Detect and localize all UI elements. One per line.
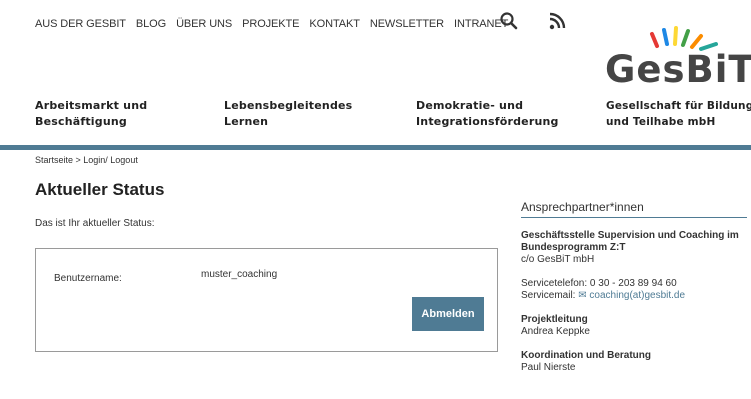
top-navigation: AUS DER GESBIT BLOG ÜBER UNS PROJEKTE KO… — [35, 17, 508, 31]
office-block: Geschäftsstelle Supervision und Coaching… — [521, 230, 747, 266]
topnav-kontakt[interactable]: KONTAKT — [309, 18, 360, 30]
topnav-blog[interactable]: BLOG — [136, 18, 166, 30]
mainnav-demokratie[interactable]: Demokratie- und Integrationsförderung — [416, 98, 586, 130]
service-block: Servicetelefon: 0 30 - 203 89 94 60 Serv… — [521, 278, 747, 302]
lead-block: Projektleitung Andrea Keppke — [521, 314, 747, 338]
coordination-title: Koordination und Beratung — [521, 350, 651, 361]
lead-name: Andrea Keppke — [521, 326, 590, 337]
coordination-block: Koordination und Beratung Paul Nierste — [521, 350, 747, 374]
logo-tagline: Gesellschaft für Bildung und Teilhabe mb… — [606, 100, 751, 128]
header-divider — [0, 145, 751, 150]
office-line: c/o GesBiT mbH — [521, 254, 595, 265]
service-mail-label: Servicemail: — [521, 290, 576, 301]
status-panel: Benutzername: muster_coaching Abmelden — [35, 248, 498, 352]
rss-icon[interactable] — [546, 10, 568, 32]
contact-sidebar: Ansprechpartner*innen Geschäftsstelle Su… — [521, 200, 747, 374]
service-mail-link[interactable]: coaching(at)gesbit.de — [589, 290, 685, 301]
lead-title: Projektleitung — [521, 314, 588, 325]
coordination-name: Paul Nierste — [521, 362, 576, 373]
sidebar-heading: Ansprechpartner*innen — [521, 200, 747, 218]
search-icon[interactable] — [498, 10, 520, 32]
mainnav-lebensbegleitendes-lernen[interactable]: Lebensbegleitendes Lernen — [224, 98, 394, 130]
username-value: muster_coaching — [201, 269, 278, 280]
logo-wordmark: GesBiT — [605, 48, 751, 91]
mail-icon: ✉ — [578, 290, 587, 301]
topnav-projekte[interactable]: PROJEKTE — [242, 18, 299, 30]
main-navigation: Arbeitsmarkt und Beschäftigung Lebensbeg… — [35, 98, 751, 134]
breadcrumb[interactable]: Startseite > Login/ Logout — [35, 155, 138, 165]
page-title: Aktueller Status — [35, 180, 165, 199]
username-label: Benutzername: — [54, 273, 122, 284]
office-title: Geschäftsstelle Supervision und Coaching… — [521, 230, 739, 253]
topnav-newsletter[interactable]: NEWSLETTER — [370, 18, 444, 30]
status-intro: Das ist Ihr aktueller Status: — [35, 218, 155, 229]
logout-button[interactable]: Abmelden — [412, 297, 484, 331]
service-phone: Servicetelefon: 0 30 - 203 89 94 60 — [521, 278, 677, 289]
topnav-ueber-uns[interactable]: ÜBER UNS — [176, 18, 232, 30]
mainnav-arbeitsmarkt[interactable]: Arbeitsmarkt und Beschäftigung — [35, 98, 205, 130]
topnav-aus-der-gesbit[interactable]: AUS DER GESBIT — [35, 18, 126, 30]
